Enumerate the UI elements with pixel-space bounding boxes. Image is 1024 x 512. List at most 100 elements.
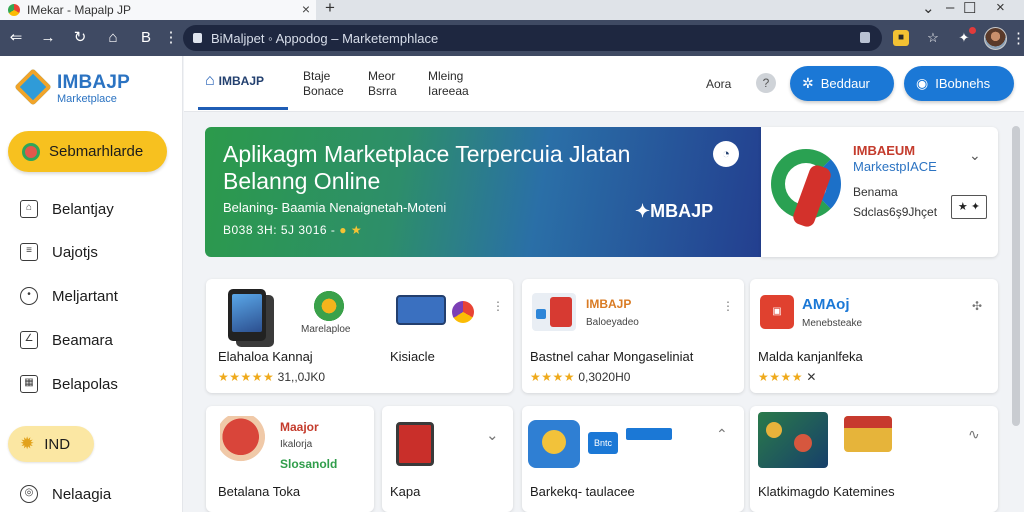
profile-avatar[interactable] (984, 27, 1007, 50)
menu-dots-icon[interactable]: ⋮ (162, 29, 180, 47)
trend-icon[interactable]: ∿ (968, 426, 980, 443)
promo-action-button[interactable]: ★ ✦ (951, 195, 987, 219)
chevron-down-icon[interactable]: ⌄ (969, 147, 981, 164)
chevron-down-icon[interactable]: ⌄ (486, 426, 499, 444)
hero-subtitle: Belaning- Baamia Nenaignetah-Moteni (223, 200, 447, 215)
nav-link-2[interactable]: Meor Bsrra (368, 69, 397, 99)
hero-brand: ✦MBAJP (635, 201, 713, 222)
hero-banner[interactable]: Aplikagm Marketplace Terpercuia Jlatan B… (205, 127, 761, 257)
site-info-icon[interactable] (193, 33, 202, 43)
chart-icon: ∠ (20, 331, 38, 349)
calendar-icon (396, 422, 434, 466)
user-icon: ◉ (916, 75, 929, 91)
sidebar-item-label: Meljartant (52, 287, 118, 305)
sidebar-item-location[interactable]: • Meljartant (20, 281, 170, 311)
primary-action-button[interactable]: Sebmarhlarde (8, 131, 167, 172)
app-card[interactable]: ▣ AMAoj Menebsteake ✣ Malda kanjanlfeka … (750, 279, 998, 393)
new-tab-icon[interactable]: + (325, 0, 335, 18)
promo-illustration (771, 143, 847, 243)
card-brand: AMAoj (802, 296, 850, 313)
hero-stats: B038 3H: 5J 3016 - ● ★ (223, 223, 362, 237)
browser-tab[interactable]: IMekar - Mapalp JP × (0, 0, 316, 20)
account-button[interactable]: ◉ IBobnehs (904, 66, 1014, 101)
extension-icon[interactable]: ■ (893, 30, 909, 46)
app-card[interactable]: ⌄ Kapa (382, 406, 513, 512)
primary-action-label: Sebmarhlarde (49, 143, 144, 160)
maximize-icon[interactable]: ☐ (963, 0, 976, 17)
home-icon[interactable]: ⌂ (104, 29, 122, 47)
more-options-icon[interactable]: ⋮ (492, 299, 504, 313)
help-icon[interactable]: ? (756, 73, 776, 93)
close-window-icon[interactable]: × (996, 0, 1005, 16)
notification-badge (969, 27, 976, 34)
account-button-label: IBobnehs (935, 76, 991, 91)
more-options-icon[interactable]: ⋮ (722, 299, 734, 313)
app-card[interactable]: Marelaploe ⋮ Elahaloa Kannaj Kisiacle ★★… (206, 279, 513, 393)
nav-home-link[interactable]: ⌂ IMBAJP (205, 72, 264, 90)
card-caption: Marelaploe (301, 324, 351, 335)
clock-icon[interactable]: ◔ (713, 141, 739, 167)
back-icon[interactable]: ⇐ (7, 29, 25, 47)
sidebar: IMBAJP Marketplace Sebmarhlarde ⌂ Belant… (0, 56, 183, 512)
app-card[interactable]: Bntc ⌃ Barkekq- taulacee (522, 406, 744, 512)
card-caption: Baloeyadeo (586, 317, 639, 328)
gear-icon: ✲ (802, 75, 814, 91)
close-tab-icon[interactable]: × (302, 1, 310, 17)
language-button[interactable]: ✹ IND (8, 426, 94, 462)
hero-title: Aplikagm Marketplace Terpercuia Jlatan B… (223, 141, 631, 194)
card-title: Kapa (390, 484, 421, 499)
sidebar-item-settings[interactable]: ◎ Nelaagia (20, 479, 170, 509)
nav-link-line1: Mleing (428, 69, 464, 83)
user-name[interactable]: Aora (706, 77, 731, 91)
app-card[interactable]: ∿ Klatkimagdo Katemines (750, 406, 998, 512)
nav-link-3[interactable]: Mleing Iareeaa (428, 69, 469, 99)
bus-icon (396, 295, 446, 325)
expand-icon[interactable]: ✣ (972, 299, 982, 313)
chevron-down-icon[interactable]: ⌄ (922, 0, 935, 17)
rating-stars-icon: ★★★★ (530, 370, 576, 384)
tablet-icon (532, 293, 576, 331)
sidebar-item-orders[interactable]: ≡ Uajotjs (20, 237, 170, 267)
chevron-up-icon[interactable]: ⌃ (716, 426, 728, 443)
favicon-icon (8, 4, 20, 16)
promo-line: Benama (853, 185, 898, 199)
card-title: Elahaloa Kannaj (218, 349, 313, 364)
sidebar-item-shop[interactable]: ⌂ Belantjay (20, 194, 170, 224)
browser-menu-icon[interactable]: ⋮ (1011, 29, 1024, 47)
card-title: Malda kanjanlfeka (758, 349, 863, 364)
promo-card[interactable]: IMBAEUM MarkestpIACE Benama Sdclas6ş9Jhç… (761, 127, 998, 257)
card-caption: Ikalorja (280, 439, 313, 450)
app-card[interactable]: IMBAJP Baloeyadeo ⋮ Bastnel cahar Mongas… (522, 279, 744, 393)
nav-link-line2: Bsrra (368, 84, 397, 98)
forward-icon[interactable]: → (39, 29, 57, 47)
promo-title: IMBAEUM (853, 143, 916, 158)
nav-link-1[interactable]: Btaje Bonace (303, 69, 344, 99)
avatar-illustration (220, 416, 266, 468)
nav-home-label: IMBAJP (218, 74, 265, 88)
nav-link-line2: Bonace (303, 84, 344, 98)
card-title: Klatkimagdo Katemines (758, 484, 895, 499)
nav-link-line1: Btaje (303, 69, 331, 83)
card-chip: Bntc (588, 432, 618, 454)
app-card[interactable]: Maajor Ikalorja Slosanold Betalana Toka (206, 406, 374, 512)
sidebar-item-store[interactable]: ▦ Belapolas (20, 369, 170, 399)
card-chip-label: Bntc (593, 438, 612, 448)
sidebar-item-label: Beamara (52, 331, 113, 349)
card-title-secondary: Kisiacle (390, 349, 435, 364)
logo-icon (14, 68, 52, 106)
app-logo-icon (452, 301, 474, 323)
scrollbar-thumb[interactable] (1012, 126, 1020, 426)
reload-icon[interactable]: ↻ (71, 29, 89, 47)
card-rating: ★★★★ 0,3020H0 (530, 370, 630, 384)
settings-button[interactable]: ✲ Beddaur (790, 66, 894, 101)
star-bookmark-icon[interactable]: ☆ (925, 30, 941, 46)
bookmark-icon[interactable]: B (137, 29, 155, 47)
sidebar-item-label: Belapolas (52, 375, 118, 393)
address-bar[interactable]: BiMaljpet ◦ Appodog – Marketemphlace (183, 25, 882, 51)
browser-toolbar: ⇐ → ↻ ⌂ B ⋮ BiMaljpet ◦ Appodog – Market… (0, 20, 1024, 56)
sidebar-item-stats[interactable]: ∠ Beamara (20, 325, 170, 355)
minimize-icon[interactable]: – (946, 0, 954, 16)
tab-title: IMekar - Mapalp JP (27, 3, 132, 17)
star-icon: ● ★ (339, 223, 363, 237)
card-chip-bar (626, 428, 672, 440)
